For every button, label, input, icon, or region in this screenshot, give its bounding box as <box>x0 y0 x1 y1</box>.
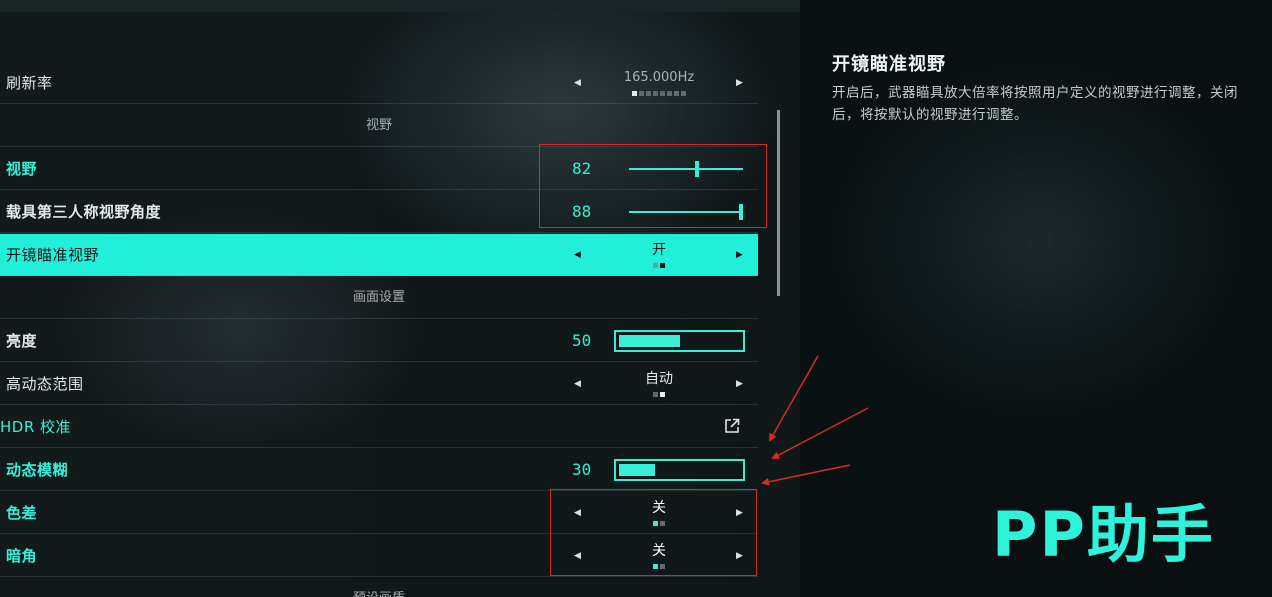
annotation-box-toggles <box>550 489 757 576</box>
setting-row-ads-fov[interactable]: 开镜瞄准视野 ◀ 开 ▶ <box>0 234 758 276</box>
arrow-right-icon[interactable]: ▶ <box>736 234 743 276</box>
setting-value: 开 <box>652 242 666 258</box>
description-body: 开启后，武器瞄具放大倍率将按照用户定义的视野进行调整，关闭后，将按默认的视野进行… <box>832 85 1238 123</box>
annotation-box-fov <box>539 144 767 228</box>
setting-value: 50 <box>572 331 592 350</box>
option-indicator <box>580 392 738 397</box>
arrow-right-icon[interactable]: ▶ <box>736 62 743 104</box>
setting-label: 载具第三人称视野角度 <box>6 203 162 221</box>
setting-label: 开镜瞄准视野 <box>6 246 100 264</box>
setting-row-brightness[interactable]: 亮度 50 <box>0 320 758 362</box>
bar-fill <box>619 464 655 476</box>
setting-label: 亮度 <box>6 332 38 350</box>
section-header-fov: 视野 <box>0 105 758 147</box>
option-indicator <box>580 263 738 268</box>
scrollbar[interactable] <box>777 110 780 296</box>
section-title: 视野 <box>365 118 392 133</box>
motion-blur-bar[interactable] <box>614 459 745 481</box>
bar-fill <box>619 335 680 347</box>
setting-row-hdr-calibration[interactable]: HDR 校准 <box>0 406 758 448</box>
setting-label: 视野 <box>6 160 38 178</box>
external-link-icon[interactable] <box>724 418 740 434</box>
watermark-logo: PP助手 <box>992 498 1215 571</box>
arrow-right-icon[interactable]: ▶ <box>736 363 743 405</box>
setting-row-motion-blur[interactable]: 动态模糊 30 <box>0 449 758 491</box>
description-title: 开镜瞄准视野 <box>832 54 946 75</box>
setting-label: 暗角 <box>6 547 38 565</box>
setting-row-hdr[interactable]: 高动态范围 ◀ 自动 ▶ <box>0 363 758 405</box>
setting-label: HDR 校准 <box>0 418 72 436</box>
setting-row-refresh-rate[interactable]: 刷新率 ◀ 165.000Hz ▶ <box>0 62 758 104</box>
section-title: 画面设置 <box>352 290 405 305</box>
setting-label: 刷新率 <box>6 74 53 92</box>
section-header-display: 画面设置 <box>0 277 758 319</box>
setting-label: 色差 <box>6 504 38 522</box>
option-indicator <box>580 91 738 96</box>
setting-value: 165.000Hz <box>623 70 695 85</box>
setting-label: 高动态范围 <box>6 375 84 393</box>
section-title: 预设画质 <box>0 578 758 597</box>
setting-value: 30 <box>572 460 592 479</box>
setting-label: 动态模糊 <box>6 461 69 479</box>
section-header-preset: 预设画质 <box>0 578 758 597</box>
brightness-bar[interactable] <box>614 330 745 352</box>
setting-value: 自动 <box>645 371 673 387</box>
